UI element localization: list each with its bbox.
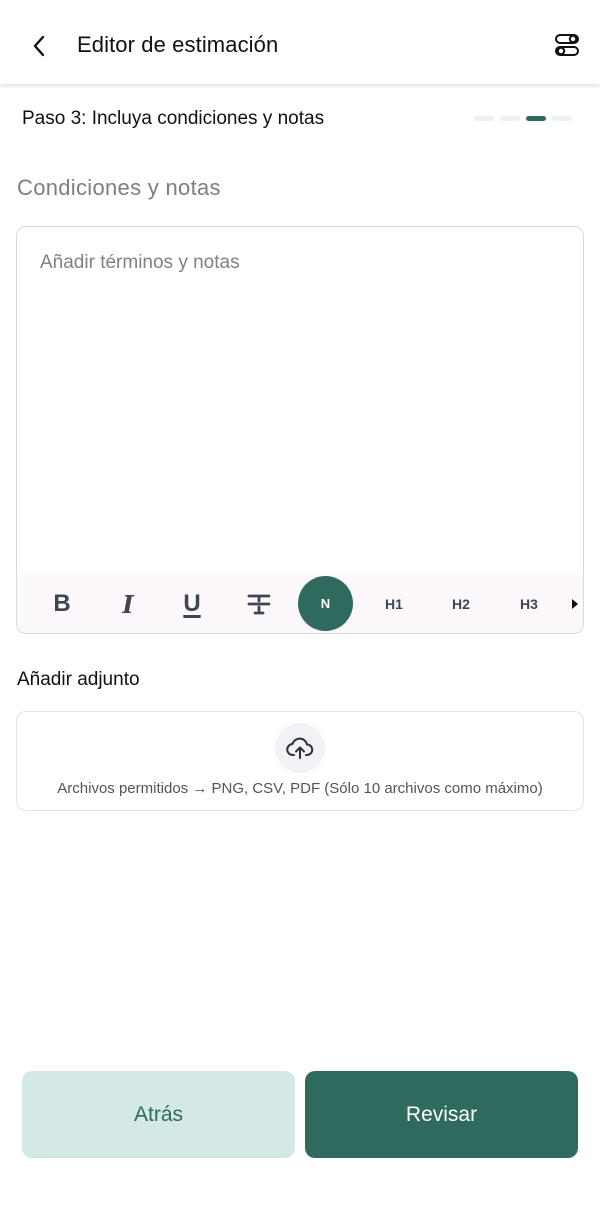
notes-editor[interactable]: Añadir términos y notas B I U N H1 H2 H3 [16, 226, 584, 634]
app-header: Editor de estimación [0, 0, 600, 84]
step-dot-1 [474, 116, 494, 121]
attachment-dropzone[interactable]: Archivos permitidos → PNG, CSV, PDF (Sól… [16, 711, 584, 811]
strikethrough-button[interactable] [242, 577, 276, 631]
upload-button[interactable] [275, 723, 325, 773]
notes-editor-placeholder: Añadir términos y notas [40, 252, 240, 273]
strikethrough-icon [247, 594, 271, 615]
step-dot-3-active [526, 116, 546, 121]
chevron-left-icon [33, 35, 45, 57]
toolbar-scroll-right[interactable] [567, 577, 583, 631]
review-button[interactable]: Revisar [305, 1071, 578, 1158]
formatting-toolbar: B I U N H1 H2 H3 [17, 575, 583, 633]
attachment-hint: Archivos permitidos → PNG, CSV, PDF (Sól… [57, 780, 543, 797]
page-title: Editor de estimación [77, 32, 279, 57]
heading-3-button[interactable]: H3 [512, 577, 546, 631]
notes-section-label: Condiciones y notas [17, 175, 221, 200]
underline-button[interactable]: U [175, 577, 209, 631]
normal-text-button[interactable]: N [298, 576, 353, 631]
settings-button[interactable] [552, 30, 582, 60]
toggle-settings-icon [555, 34, 579, 56]
back-button[interactable] [22, 26, 56, 66]
cloud-upload-icon [286, 737, 314, 759]
step-dot-2 [500, 116, 520, 121]
bold-button[interactable]: B [45, 577, 79, 631]
step-title: Paso 3: Incluya condiciones y notas [22, 108, 325, 129]
estimate-editor-screen: Editor de estimación Paso 3: Incluya con… [0, 0, 600, 1226]
attachment-label: Añadir adjunto [17, 669, 140, 690]
heading-1-button[interactable]: H1 [377, 577, 411, 631]
caret-right-icon [572, 599, 578, 609]
back-step-button[interactable]: Atrás [22, 1071, 295, 1158]
heading-2-button[interactable]: H2 [444, 577, 478, 631]
step-progress [474, 116, 572, 121]
step-dot-4 [552, 116, 572, 121]
italic-button[interactable]: I [111, 577, 145, 631]
